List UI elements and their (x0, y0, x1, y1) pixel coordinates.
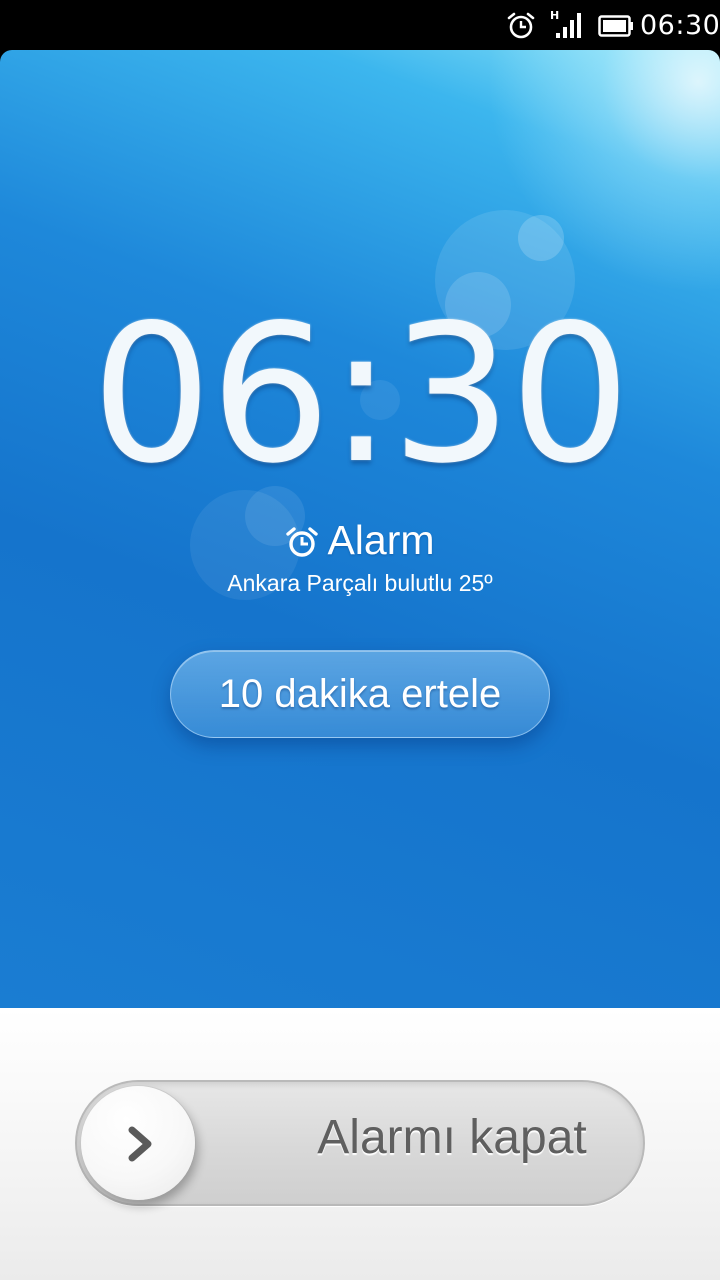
bokeh-light (518, 215, 564, 261)
snooze-button[interactable]: 10 dakika ertele (170, 650, 550, 738)
dismiss-slider[interactable]: Alarmı kapat (75, 1080, 645, 1206)
snooze-label: 10 dakika ertele (218, 671, 502, 716)
alarm-label: Alarm (327, 516, 435, 563)
alarm-panel: 06:30 Alarm Ankara Parçalı bulutlu 25º 1… (0, 50, 720, 1008)
status-bar-time: 06:30 (640, 10, 720, 41)
dismiss-area: Alarmı kapat (0, 1008, 720, 1280)
slider-knob[interactable] (81, 1086, 195, 1200)
signal-icon: H (550, 9, 581, 38)
battery-icon (598, 15, 633, 37)
alarm-clock-icon (507, 12, 535, 39)
weather-info: Ankara Parçalı bulutlu 25º (227, 570, 493, 596)
dismiss-label: Alarmı kapat (317, 1111, 587, 1164)
alarm-clock-icon (286, 527, 319, 557)
alarm-label-row: Alarm (0, 515, 720, 565)
network-type-label: H (550, 9, 559, 22)
alarm-time: 06:30 (91, 284, 631, 505)
chevron-right-icon (128, 1126, 152, 1162)
status-bar: H 06:30 (0, 0, 720, 50)
